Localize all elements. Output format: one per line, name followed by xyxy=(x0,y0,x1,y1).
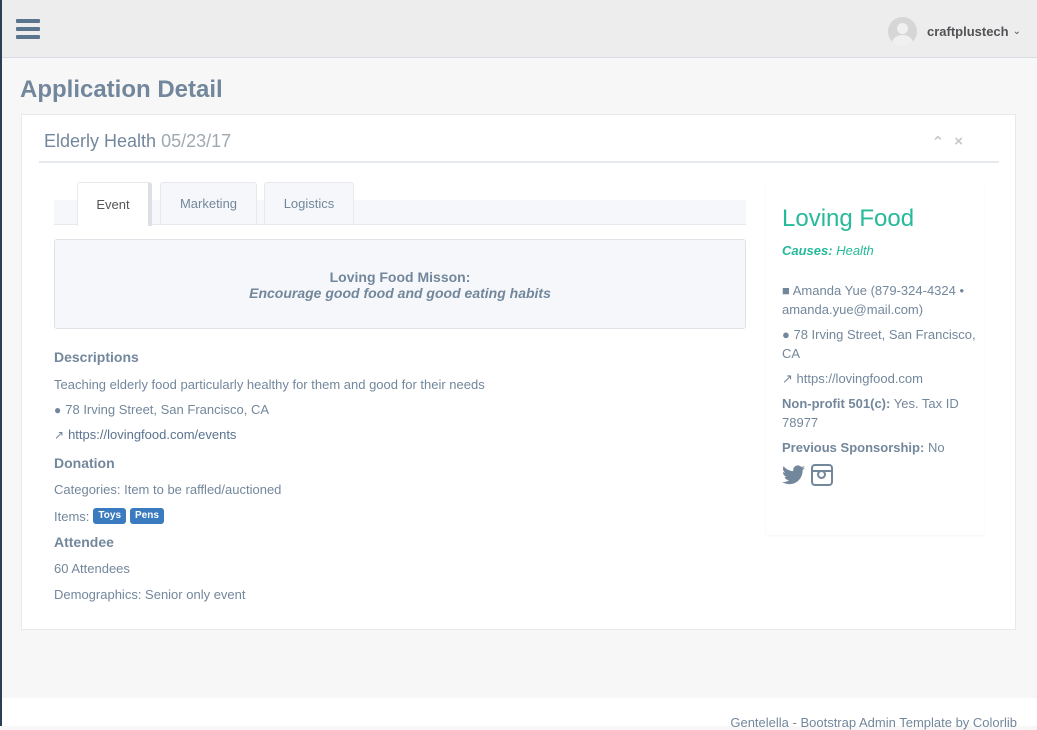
nonprofit-label: Non-profit 501(c): xyxy=(782,396,891,411)
mission-box: Loving Food Misson: Encourage good food … xyxy=(54,239,746,329)
mission-text: Encourage good food and good eating habi… xyxy=(249,285,551,301)
donation-categories: Categories: Item to be raffled/auctioned xyxy=(54,482,282,497)
item-badge-pens: Pens xyxy=(130,508,164,524)
org-address-text: 78 Irving Street, San Francisco, CA xyxy=(782,327,976,361)
items-label: Items: xyxy=(54,508,90,524)
panel-date: 05/23/17 xyxy=(161,131,232,151)
top-navigation: craftplustech ⌄ xyxy=(2,0,1037,58)
sponsorship-label: Previous Sponsorship: xyxy=(782,440,925,455)
external-link-icon: ↗ xyxy=(782,371,793,386)
chevron-up-icon[interactable]: ⌃ xyxy=(932,133,945,151)
chevron-down-icon: ⌄ xyxy=(1012,25,1021,37)
org-address: ● 78 Irving Street, San Francisco, CA xyxy=(782,325,977,363)
menu-toggle-icon[interactable] xyxy=(16,19,40,39)
panel-title-text: Elderly Health xyxy=(44,131,157,151)
org-name: Loving Food xyxy=(782,205,915,232)
event-url-link[interactable]: https://lovingfood.com/events xyxy=(68,427,236,442)
user-icon: ■ xyxy=(782,283,790,298)
instagram-icon[interactable] xyxy=(811,464,833,486)
avatar xyxy=(887,16,917,46)
description-text: Teaching elderly food particularly healt… xyxy=(54,377,485,392)
map-marker-icon: ● xyxy=(782,327,790,342)
social-links xyxy=(782,464,833,486)
causes-label: Causes: xyxy=(782,243,833,258)
twitter-icon[interactable] xyxy=(782,465,805,485)
item-badge-toys: Toys xyxy=(93,508,127,524)
attendee-demographics: Demographics: Senior only event xyxy=(54,587,246,602)
page-title: Application Detail xyxy=(20,76,223,103)
org-sponsorship: Previous Sponsorship: No xyxy=(782,438,977,457)
map-marker-icon: ● xyxy=(54,402,62,417)
org-url: ↗ https://lovingfood.com xyxy=(782,369,977,388)
attendee-count: 60 Attendees xyxy=(54,561,130,576)
org-causes: Causes: Health xyxy=(782,243,874,258)
panel-divider xyxy=(39,161,999,163)
attendee-heading: Attendee xyxy=(54,534,114,550)
footer: Gentelella - Bootstrap Admin Template by… xyxy=(2,698,1037,730)
tab-marketing[interactable]: Marketing xyxy=(160,182,257,224)
mission-label: Loving Food Misson: xyxy=(329,269,471,285)
org-contact-text: Amanda Yue (879-324-4324 • amanda.yue@ma… xyxy=(782,283,965,317)
causes-value: Health xyxy=(836,243,874,258)
tab-bar xyxy=(54,200,746,225)
tab-logistics[interactable]: Logistics xyxy=(264,182,354,224)
user-name: craftplustech xyxy=(926,23,1009,39)
tab-event[interactable]: Event xyxy=(77,182,152,226)
donation-heading: Donation xyxy=(54,455,115,471)
organization-card: Loving Food Causes: Health ■ Amanda Yue … xyxy=(766,183,984,535)
application-panel: Elderly Health 05/23/17 ⌃ × Event Market… xyxy=(21,114,1016,630)
panel-tools: ⌃ × xyxy=(932,133,963,151)
user-menu[interactable]: craftplustech ⌄ xyxy=(887,16,1021,46)
org-nonprofit: Non-profit 501(c): Yes. Tax ID 78977 xyxy=(782,394,977,432)
panel-title: Elderly Health 05/23/17 xyxy=(44,131,231,152)
sponsorship-value: No xyxy=(927,440,945,455)
external-link-icon: ↗ xyxy=(54,427,65,442)
donation-items: Items: Toys Pens xyxy=(54,508,164,524)
event-address: ● 78 Irving Street, San Francisco, CA xyxy=(54,402,269,417)
event-address-text: 78 Irving Street, San Francisco, CA xyxy=(65,402,270,417)
org-contact: ■ Amanda Yue (879-324-4324 • amanda.yue@… xyxy=(782,281,977,319)
org-url-link[interactable]: https://lovingfood.com xyxy=(797,371,923,386)
sidebar-edge xyxy=(0,0,2,726)
descriptions-heading: Descriptions xyxy=(54,349,139,365)
event-url: ↗ https://lovingfood.com/events xyxy=(54,427,236,442)
close-icon[interactable]: × xyxy=(954,133,963,151)
